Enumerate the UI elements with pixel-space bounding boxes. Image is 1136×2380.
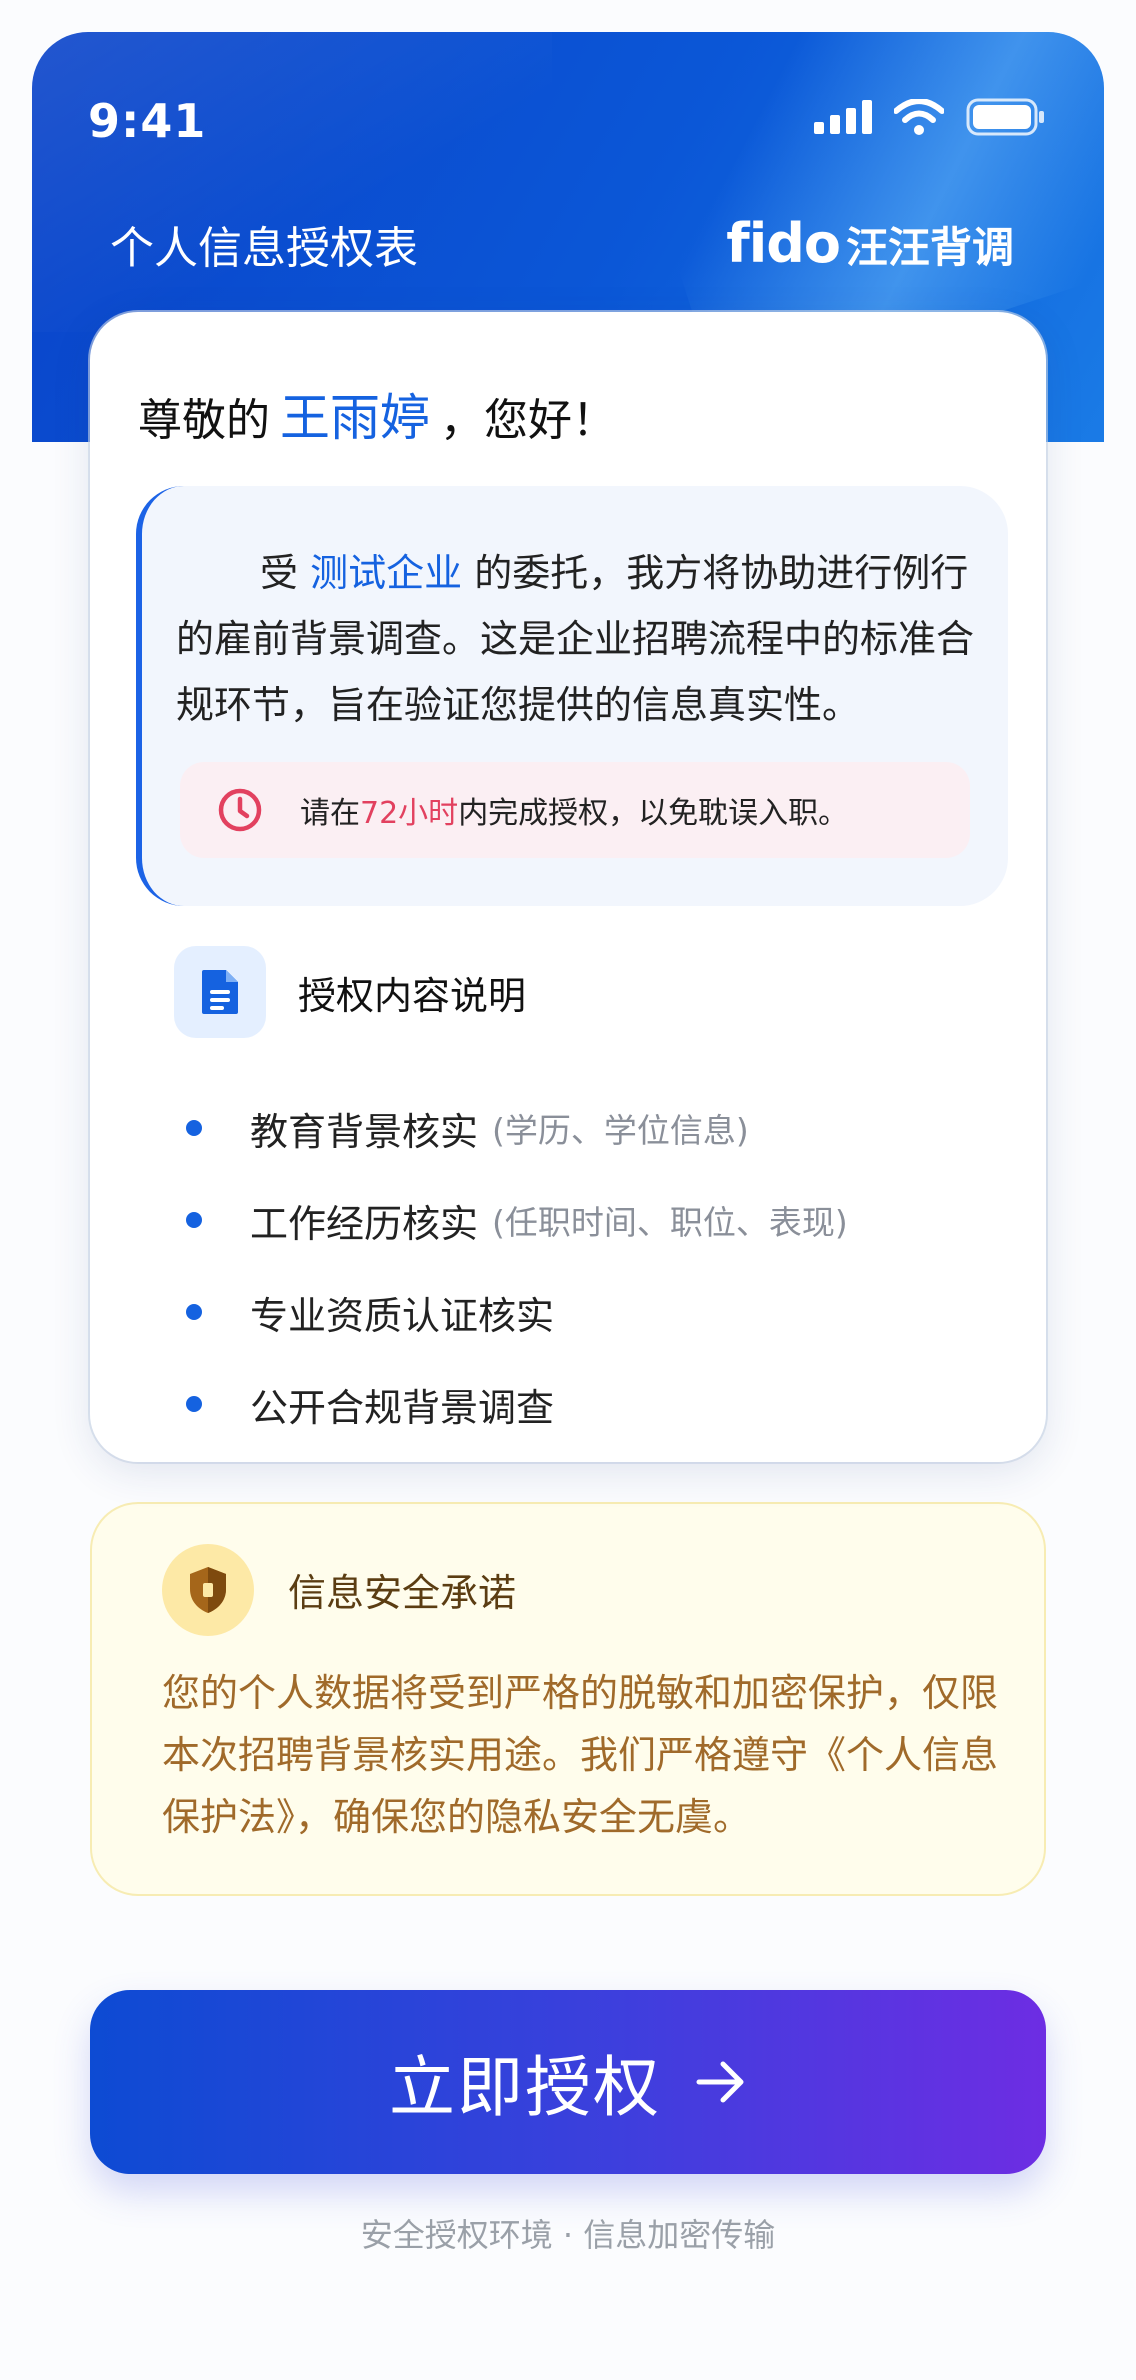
item-note: (任职时间、职位、表现)	[492, 1203, 848, 1242]
wifi-icon	[893, 98, 945, 139]
authorization-card: 尊敬的 王雨婷 ，您好！ 受 测试企业 的委托，我方将协助进行例行的雇前背景调查。这…	[90, 312, 1046, 1462]
greeting-prefix: 尊敬的	[138, 395, 270, 446]
commission-notice: 受 测试企业 的委托，我方将协助进行例行的雇前背景调查。这是企业招聘流程中的标准…	[136, 486, 1008, 906]
status-icons	[814, 98, 1046, 140]
deadline-prefix: 请在	[300, 796, 360, 831]
bullet-dot	[186, 1120, 202, 1136]
section-title: 授权内容说明	[298, 973, 527, 1018]
authorize-button[interactable]: 立即授权	[90, 1990, 1046, 2174]
brand-logo: fido 汪汪背调	[726, 212, 1014, 275]
item-label: 工作经历核实	[250, 1201, 479, 1246]
list-item: 专业资质认证核实	[186, 1266, 848, 1358]
clock-icon	[216, 786, 264, 834]
bullet-dot	[186, 1396, 202, 1412]
deadline-alert: 请在72小时内完成授权，以免耽误入职。	[180, 762, 970, 858]
authorize-button-label: 立即授权	[389, 2049, 661, 2126]
document-icon	[174, 946, 266, 1038]
signal-icon	[814, 100, 872, 138]
notice-text: 受 测试企业 的委托，我方将协助进行例行的雇前背景调查。这是企业招聘流程中的标准…	[176, 540, 986, 738]
item-note: (学历、学位信息)	[492, 1111, 749, 1150]
authorization-section-header: 授权内容说明	[174, 946, 526, 1038]
deadline-suffix: 内完成授权，以免耽误入职。	[458, 796, 849, 831]
item-label: 教育背景核实	[250, 1109, 479, 1154]
footer-note: 安全授权环境 · 信息加密传输	[360, 2216, 776, 2254]
greeting: 尊敬的 王雨婷 ，您好！	[138, 378, 616, 450]
deadline-text: 请在72小时内完成授权，以免耽误入职。	[300, 788, 848, 832]
company-name: 测试企业	[310, 551, 463, 595]
brand-logo-cn: 汪汪背调	[845, 223, 1014, 272]
security-title: 信息安全承诺	[288, 1571, 517, 1615]
deadline-highlight: 72小时	[360, 796, 459, 831]
item-label: 专业资质认证核实	[250, 1293, 555, 1338]
notice-prefix: 受	[260, 551, 299, 595]
list-item: 工作经历核实 (任职时间、职位、表现)	[186, 1174, 848, 1266]
arrow-right-icon	[695, 2060, 747, 2104]
page-title: 个人信息授权表	[110, 223, 418, 274]
list-item: 公开合规背景调查	[186, 1358, 848, 1450]
greeting-suffix: ，您好！	[440, 395, 616, 446]
security-body: 您的个人数据将受到严格的脱敏和加密保护，仅限本次招聘背景核实用途。我们严格遵守《…	[162, 1671, 999, 1839]
list-item: 教育背景核实 (学历、学位信息)	[186, 1082, 848, 1174]
shield-icon	[162, 1544, 254, 1636]
security-promise-card: 信息安全承诺 您的个人数据将受到严格的脱敏和加密保护，仅限本次招聘背景核实用途。…	[90, 1502, 1046, 1896]
brand-logo-en: fido	[726, 212, 841, 275]
battery-icon	[966, 98, 1046, 140]
item-label: 公开合规背景调查	[250, 1385, 555, 1430]
bullet-dot	[186, 1212, 202, 1228]
authorization-items: 教育背景核实 (学历、学位信息) 工作经历核实 (任职时间、职位、表现) 专业资…	[186, 1082, 848, 1450]
candidate-name: 王雨婷	[280, 389, 430, 447]
bullet-dot	[186, 1304, 202, 1320]
status-time: 9:41	[88, 94, 207, 148]
